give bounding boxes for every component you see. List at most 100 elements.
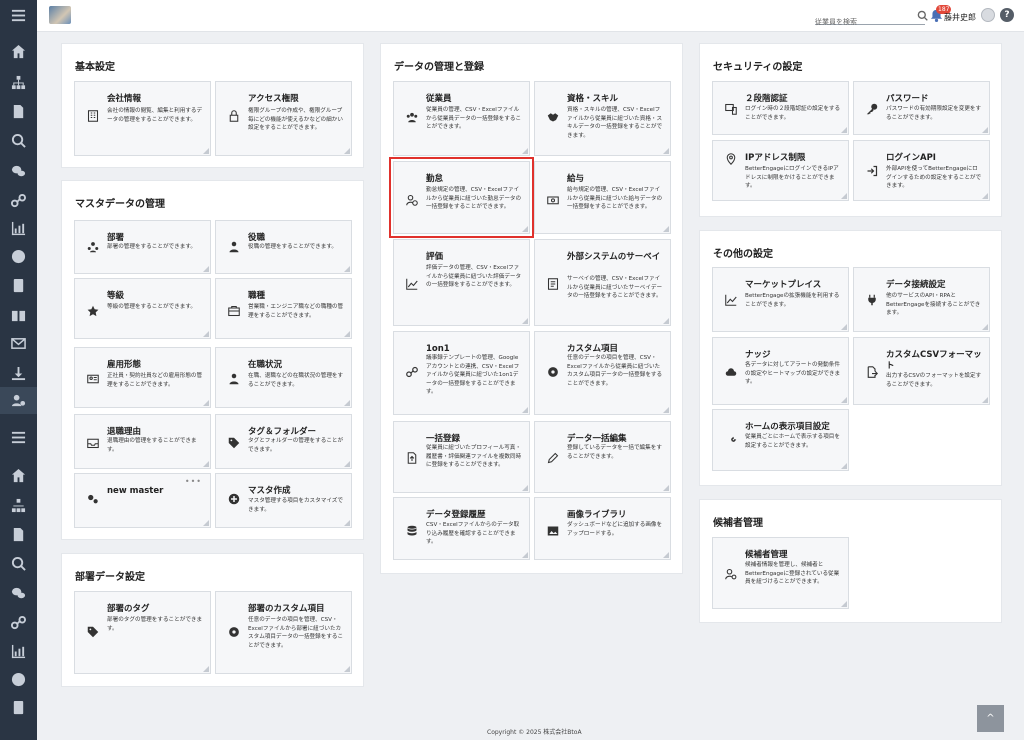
pen-icon bbox=[547, 452, 559, 464]
card-tags-folders[interactable]: タグ＆フォルダー タグとフォルダーの管理をすることができます。 bbox=[215, 414, 352, 469]
globe-icon[interactable] bbox=[11, 249, 26, 264]
card-description: 営業職・エンジニア職などの職種の管理をすることができます。 bbox=[248, 304, 344, 319]
card-departments[interactable]: 部署 部署の管理をすることができます。 bbox=[74, 220, 211, 274]
search-input[interactable] bbox=[815, 18, 915, 26]
search-icon[interactable] bbox=[917, 10, 928, 21]
card-resignation-reasons[interactable]: 退職理由 退職理由の管理をすることができます。 bbox=[74, 414, 211, 469]
card-new-master[interactable]: new master ••• bbox=[74, 473, 211, 528]
card-company-info[interactable]: 会社情報 会社の情報の閲覧、編集と利用するデータの管理をすることができます。 bbox=[74, 81, 211, 156]
search-icon[interactable] bbox=[11, 133, 26, 148]
inbox-icon bbox=[87, 438, 99, 449]
card-two-factor[interactable]: ２段階認証 ログイン時の２段階認証の設定をすることができます。 bbox=[712, 81, 849, 135]
tag-icon bbox=[228, 437, 240, 449]
card-marketplace[interactable]: マーケットプレイス BetterEngageの拡張機能を利用することができます。 bbox=[712, 267, 849, 332]
card-nudge[interactable]: ナッジ 各データに対してアラートの発動条件の設定やヒートマップの設定ができます。 bbox=[712, 337, 849, 405]
handshake-icon bbox=[547, 113, 559, 122]
menu-icon[interactable] bbox=[11, 430, 26, 445]
card-description: 候補者情報を管理し、候補者とBetterEngageに登録されている従業員を紐づ… bbox=[745, 562, 840, 586]
user-name[interactable]: 藤井史郎 bbox=[944, 12, 976, 23]
sitemap-icon[interactable] bbox=[11, 75, 26, 90]
card-1on1[interactable]: 1on1 議事録テンプレートの管理、Googleアカウントとの連携、CSV・Ex… bbox=[393, 331, 530, 415]
card-description: 議事録テンプレートの管理、Googleアカウントとの連携、CSV・Excelファ… bbox=[426, 355, 520, 396]
card-custom-fields[interactable]: カスタム項目 任意のデータの項目を管理、CSV・Excelファイルから従業員に紐… bbox=[534, 331, 671, 415]
card-bulk-edit[interactable]: データ一括編集 登録しているデータを一括で編集をすることができます。 bbox=[534, 421, 671, 493]
card-employees[interactable]: 従業員 従業員の管理、CSV・Excelファイルから従業員データの一括登録をする… bbox=[393, 81, 530, 156]
comments-icon[interactable] bbox=[11, 586, 26, 601]
download-icon[interactable] bbox=[11, 366, 26, 381]
chart-bar-icon[interactable] bbox=[11, 644, 26, 659]
link-icon[interactable] bbox=[11, 193, 26, 208]
book-icon[interactable] bbox=[11, 308, 26, 323]
card-import-history[interactable]: データ登録履歴 CSV・Excelファイルからのデータ取り込み履歴を確認すること… bbox=[393, 497, 530, 560]
help-icon[interactable]: ? bbox=[1000, 8, 1014, 22]
mail-icon[interactable] bbox=[11, 336, 26, 351]
card-external-survey[interactable]: 外部システムのサーベイ サーベイの管理、CSV・Excelファイルから従業員に紐… bbox=[534, 239, 671, 326]
address-book-icon[interactable] bbox=[11, 278, 26, 293]
card-title: 資格・スキル bbox=[567, 94, 619, 104]
home-icon[interactable] bbox=[11, 44, 26, 59]
mobile-icon bbox=[725, 103, 737, 115]
menu-icon[interactable] bbox=[11, 8, 26, 23]
company-logo[interactable] bbox=[49, 6, 71, 24]
address-book-icon[interactable] bbox=[11, 700, 26, 715]
file-icon[interactable] bbox=[11, 527, 26, 542]
card-access-rights[interactable]: アクセス権限 権限グループの作成や、権限グループ毎にどの機能が使えるかなどの細か… bbox=[215, 81, 352, 156]
user-tie-icon bbox=[229, 241, 239, 253]
card-login-api[interactable]: ログインAPI 外部APIを使ってBetterEngageにログインするための設… bbox=[853, 140, 990, 201]
section-other-settings: その他の設定 マーケットプレイス BetterEngageの拡張機能を利用するこ… bbox=[700, 231, 1001, 485]
gears-icon bbox=[88, 494, 98, 504]
card-title: 外部システムのサーベイ bbox=[567, 252, 661, 262]
card-description: 給与規定の管理、CSV・Excelファイルから従業員に紐づいた給与データの一括登… bbox=[567, 187, 663, 211]
card-title: ２段階認証 bbox=[745, 94, 788, 104]
avatar[interactable] bbox=[981, 8, 995, 22]
card-title: 給与 bbox=[567, 174, 585, 184]
sitemap-icon[interactable] bbox=[11, 498, 26, 513]
card-description: BetterEngageにログインできるIPアドレスに制限をかけることができます… bbox=[745, 166, 839, 190]
card-job-types[interactable]: 職種 営業職・エンジニア職などの職種の管理をすることができます。 bbox=[215, 278, 352, 339]
card-positions[interactable]: 役職 役職の管理をすることができます。 bbox=[215, 220, 352, 274]
card-description: CSV・Excelファイルからのデータ取り込み履歴を確認することができます。 bbox=[426, 522, 520, 546]
more-menu-icon[interactable]: ••• bbox=[185, 477, 202, 486]
card-attendance[interactable]: 勤怠 勤怠規定の管理、CSV・Excelファイルから従業員に紐づいた勤怠データの… bbox=[389, 157, 534, 238]
star-icon bbox=[87, 305, 99, 317]
user-settings-icon[interactable] bbox=[0, 387, 37, 414]
back-to-top-button[interactable]: ^ bbox=[977, 705, 1004, 732]
card-title: アクセス権限 bbox=[248, 94, 299, 104]
card-employment-status[interactable]: 在職状況 在職、退職などの在職状況の管理をすることができます。 bbox=[215, 347, 352, 408]
card-title: 職種 bbox=[248, 291, 266, 301]
card-description: 従業員の管理、CSV・Excelファイルから従業員データの一括登録をすることがで… bbox=[426, 107, 522, 131]
user-status-icon bbox=[229, 373, 239, 385]
card-create-master[interactable]: マスタ作成 マスタ管理する項目をカスタマイズできます。 bbox=[215, 473, 352, 528]
card-department-tags[interactable]: 部署のタグ 部署のタグの管理をすることができます。 bbox=[74, 591, 211, 674]
card-ip-restriction[interactable]: IPアドレス制限 BetterEngageにログインできるIPアドレスに制限をか… bbox=[712, 140, 849, 201]
tools-icon bbox=[726, 436, 737, 447]
card-department-custom-fields[interactable]: 部署のカスタム項目 任意のデータの項目を管理、CSV・Excelファイルから部署… bbox=[215, 591, 352, 674]
top-bar: 187 藤井史郎 ? bbox=[37, 0, 1024, 32]
search-icon[interactable] bbox=[11, 556, 26, 571]
card-custom-csv[interactable]: カスタムCSVフォーマット 出力するCSVのフォーマットを設定することができます… bbox=[853, 337, 990, 405]
chart-bar-icon[interactable] bbox=[11, 221, 26, 236]
section-title: 部署データ設定 bbox=[75, 572, 145, 583]
database-icon bbox=[407, 525, 417, 536]
comments-icon[interactable] bbox=[11, 164, 26, 179]
money-icon bbox=[547, 196, 559, 205]
card-payroll[interactable]: 給与 給与規定の管理、CSV・Excelファイルから従業員に紐づいた給与データの… bbox=[534, 161, 671, 234]
location-icon bbox=[726, 153, 736, 165]
card-candidates[interactable]: 候補者管理 候補者情報を管理し、候補者とBetterEngageに登録されている… bbox=[712, 537, 849, 609]
card-qualifications-skills[interactable]: 資格・スキル 資格・スキルの管理、CSV・Excelファイルから従業員に紐づいた… bbox=[534, 81, 671, 156]
card-data-connection[interactable]: データ接続設定 他のサービスのAPI・RPAとBetterEngageを接続する… bbox=[853, 267, 990, 332]
file-icon[interactable] bbox=[11, 104, 26, 119]
card-title: IPアドレス制限 bbox=[745, 153, 806, 163]
card-employment-types[interactable]: 雇用形態 正社員・契約社員などの雇用形態の管理をすることができます。 bbox=[74, 347, 211, 408]
card-bulk-upload[interactable]: 一括登録 従業員に紐づいたプロフィール写真・履歴書・評価関連ファイルを複数同時に… bbox=[393, 421, 530, 493]
card-password[interactable]: パスワード パスワードの有効期限設定を変更をすることができます。 bbox=[853, 81, 990, 135]
card-home-display-settings[interactable]: ホームの表示項目設定 従業員ごとにホームで表示する項目を設定することができます。 bbox=[712, 409, 849, 471]
link-icon[interactable] bbox=[11, 615, 26, 630]
survey-icon bbox=[547, 278, 559, 290]
home-icon[interactable] bbox=[11, 468, 26, 483]
card-grades[interactable]: 等級 等級の管理をすることができます。 bbox=[74, 278, 211, 339]
card-evaluation[interactable]: 評価 評価データの管理、CSV・Excelファイルから従業員に紐づいた評価データ… bbox=[393, 239, 530, 326]
key-icon bbox=[866, 103, 878, 115]
card-image-library[interactable]: 画像ライブラリ ダッシュボードなどに追加する画像をアップロードする。 bbox=[534, 497, 671, 560]
globe-icon[interactable] bbox=[11, 672, 26, 687]
